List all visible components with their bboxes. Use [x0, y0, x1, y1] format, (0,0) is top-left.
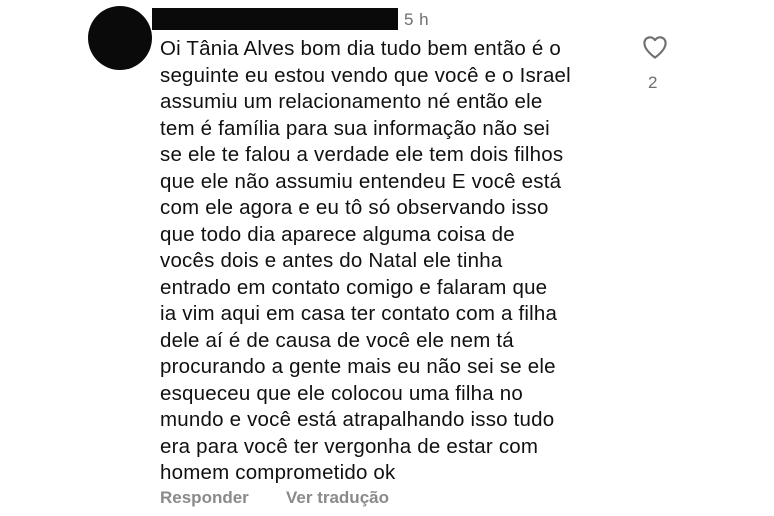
username-redacted[interactable]	[152, 8, 398, 30]
comment-line: assumiu um relacionamento né então ele	[160, 90, 543, 113]
like-count: 2	[648, 73, 658, 92]
comment-line: vocês dois e antes do Natal ele tinha	[160, 249, 503, 272]
comment-text: Oi Tânia Alves bom dia tudo bem então é …	[160, 36, 630, 487]
see-translation-button[interactable]: Ver tradução	[286, 488, 389, 508]
comment-line: tem é família para sua informação não se…	[160, 116, 550, 140]
comment-line: esqueceu que ele colocou uma filha no	[160, 381, 523, 405]
heart-outline-icon	[643, 36, 667, 59]
comment-line: dele aí é de causa de você ele nem tá	[160, 328, 514, 352]
comment-timestamp: 5 h	[404, 10, 430, 29]
comment-line: ia vim aqui em casa ter contato com a fi…	[160, 302, 558, 325]
comment-line: se ele te falou a verdade ele tem dois f…	[160, 143, 564, 166]
comment-line: procurando a gente mais eu não sei se el…	[160, 355, 556, 378]
comment-line: mundo e você está atrapalhando isso tudo	[160, 408, 555, 431]
comment-line: era para você ter vergonha de estar com	[160, 434, 539, 458]
like-button[interactable]	[640, 32, 670, 62]
comment-line: homem comprometido ok	[160, 461, 396, 484]
comment-line: seguinte eu estou vendo que você e o Isr…	[160, 63, 571, 87]
avatar[interactable]	[88, 6, 152, 70]
comment-line: que todo dia aparece alguma coisa de	[160, 222, 515, 246]
reply-button[interactable]: Responder	[160, 488, 249, 508]
comment-line: que ele não assumiu entendeu E você está	[160, 169, 562, 193]
comment-line: Oi Tânia Alves bom dia tudo bem então é …	[160, 37, 561, 60]
comment-line: entrado em contato comigo e falaram que	[160, 275, 548, 299]
comment-line: com ele agora e eu tô só observando isso	[160, 196, 549, 219]
